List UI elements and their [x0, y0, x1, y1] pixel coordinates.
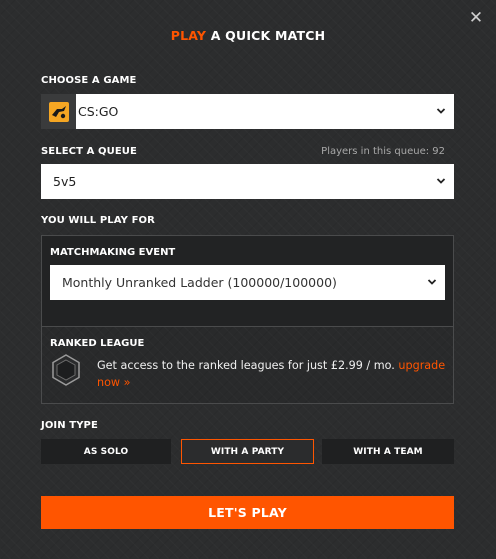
title-rest: A QUICK MATCH	[206, 28, 326, 43]
ranked-league-desc: Get access to the ranked leagues for jus…	[97, 359, 399, 372]
join-type-label: JOIN TYPE	[41, 420, 98, 431]
play-for-label: YOU WILL PLAY FOR	[41, 215, 155, 226]
chevron-down-icon	[436, 108, 446, 114]
csgo-logo-icon	[41, 94, 76, 129]
queue-select[interactable]: 5v5	[41, 164, 454, 199]
league-badge-icon	[52, 354, 80, 386]
join-type-group: AS SOLO WITH A PARTY WITH A TEAM	[41, 439, 454, 464]
with-a-party-button[interactable]: WITH A PARTY	[181, 439, 314, 464]
modal-title: PLAY A QUICK MATCH	[0, 28, 496, 43]
quick-match-modal: ✕ PLAY A QUICK MATCH CHOOSE A GAME CS:GO…	[0, 0, 496, 559]
select-queue-label: SELECT A QUEUE	[41, 146, 137, 157]
game-select[interactable]: CS:GO	[41, 94, 454, 129]
players-in-queue: Players in this queue: 92	[321, 146, 445, 157]
event-select[interactable]: Monthly Unranked Ladder (100000/100000)	[50, 265, 445, 300]
play-for-panel: MATCHMAKING EVENT Monthly Unranked Ladde…	[41, 235, 454, 404]
as-solo-button[interactable]: AS SOLO	[41, 439, 171, 464]
matchmaking-section: MATCHMAKING EVENT Monthly Unranked Ladde…	[42, 236, 453, 327]
choose-game-label: CHOOSE A GAME	[41, 75, 137, 86]
with-a-team-button[interactable]: WITH A TEAM	[322, 439, 454, 464]
game-select-value: CS:GO	[78, 104, 119, 119]
chevron-down-icon	[436, 178, 446, 184]
ranked-league-text: Get access to the ranked leagues for jus…	[97, 357, 447, 391]
title-accent: PLAY	[170, 28, 207, 43]
close-icon[interactable]: ✕	[467, 8, 485, 28]
lets-play-button[interactable]: LET'S PLAY	[41, 496, 454, 529]
matchmaking-event-label: MATCHMAKING EVENT	[50, 247, 176, 258]
chevron-down-icon	[427, 279, 437, 285]
ranked-league-label: RANKED LEAGUE	[50, 338, 145, 349]
queue-select-value: 5v5	[53, 174, 77, 189]
event-select-value: Monthly Unranked Ladder (100000/100000)	[62, 275, 337, 290]
